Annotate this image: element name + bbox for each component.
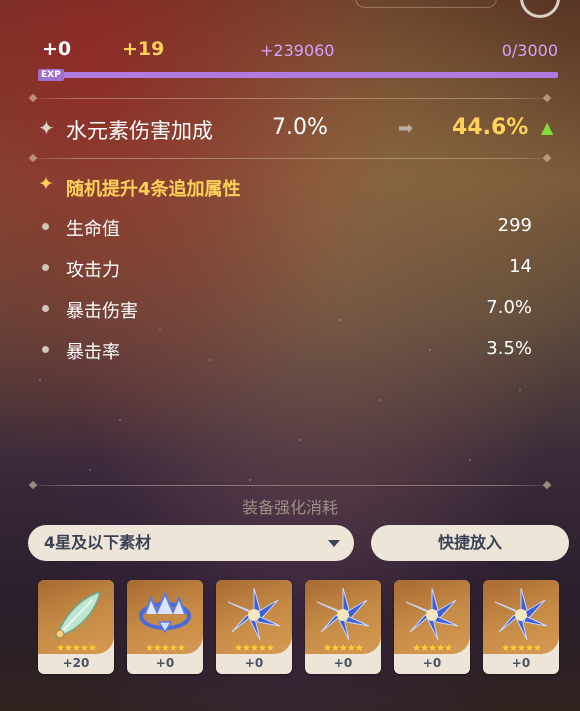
main-stat-name: 水元素伤害加成 bbox=[66, 119, 213, 143]
material-slot[interactable]: ★★★★★ +0 bbox=[127, 580, 203, 674]
sub-stat-label: 暴击率 bbox=[66, 342, 120, 363]
sub-stat-value: 3.5% bbox=[486, 338, 532, 359]
quick-fill-button[interactable]: 快捷放入 bbox=[371, 525, 569, 561]
bullet-icon bbox=[42, 305, 49, 312]
rarity-stars: ★★★★★ bbox=[323, 643, 364, 654]
blue-flower-artifact-icon bbox=[316, 587, 370, 641]
exp-bar-fill bbox=[42, 72, 558, 78]
main-stat-current: 7.0% bbox=[272, 115, 328, 140]
material-slot[interactable]: ★★★★★ +0 bbox=[305, 580, 381, 674]
crown-circlet-artifact-icon bbox=[139, 591, 191, 634]
consume-title: 装备强化消耗 bbox=[241, 498, 338, 517]
bullet-icon bbox=[42, 346, 49, 353]
rarity-stars: ★★★★★ bbox=[412, 643, 453, 654]
slot-level: +0 bbox=[244, 656, 264, 670]
sub-stat-label: 暴击伤害 bbox=[66, 301, 138, 322]
sub-stat-label: 生命值 bbox=[66, 219, 120, 240]
blue-flower-artifact-icon bbox=[494, 587, 548, 641]
chevron-down-icon bbox=[328, 540, 340, 547]
sub-stat-value: 7.0% bbox=[486, 297, 532, 318]
sub-stat-label: 攻击力 bbox=[66, 260, 120, 281]
material-filter-value: 4星及以下素材 bbox=[44, 533, 152, 552]
blue-flower-artifact-icon bbox=[405, 587, 459, 641]
divider-consume bbox=[22, 485, 558, 486]
exp-pending: +239060 bbox=[260, 41, 335, 60]
blue-flower-artifact-icon bbox=[227, 587, 281, 641]
rarity-stars: ★★★★★ bbox=[501, 643, 542, 654]
rarity-stars: ★★★★★ bbox=[234, 643, 275, 654]
slot-level: +0 bbox=[155, 656, 175, 670]
sub-stat-header: ✦ 随机提升4条追加属性 bbox=[0, 173, 580, 203]
main-stat-row: ✦ 水元素伤害加成 7.0% ➡ 44.6% ▲ bbox=[0, 112, 580, 146]
sub-stat-row: 攻击力 14 bbox=[0, 254, 580, 282]
bullet-icon bbox=[42, 223, 49, 230]
material-filter-select[interactable]: 4星及以下素材 bbox=[28, 525, 354, 561]
material-slot[interactable]: ★★★★★ +0 bbox=[394, 580, 470, 674]
rarity-stars: ★★★★★ bbox=[56, 643, 97, 654]
sub-stat-value: 299 bbox=[497, 215, 532, 236]
sub-stat-row: 暴击率 3.5% bbox=[0, 336, 580, 364]
rarity-stars: ★★★★★ bbox=[145, 643, 186, 654]
arrow-right-icon: ➡ bbox=[398, 118, 414, 139]
four-point-star-icon: ✦ bbox=[38, 116, 55, 140]
close-button[interactable] bbox=[520, 0, 560, 18]
divider-top bbox=[22, 98, 558, 99]
exp-progress: 0/3000 bbox=[501, 41, 558, 60]
top-pill-frame bbox=[355, 0, 497, 8]
main-stat-next: 44.6% bbox=[452, 115, 529, 140]
feather-artifact-icon bbox=[54, 590, 102, 640]
slot-level: +20 bbox=[62, 656, 90, 670]
divider-mid bbox=[22, 158, 558, 159]
exp-tag: EXP bbox=[38, 69, 64, 81]
sub-stat-row: 生命值 299 bbox=[0, 213, 580, 241]
material-slot[interactable]: ★★★★★ +0 bbox=[483, 580, 559, 674]
material-slot[interactable]: ★★★★★ +20 bbox=[38, 580, 114, 674]
sparkle-icon: ✦ bbox=[38, 173, 54, 195]
sub-stat-row: 暴击伤害 7.0% bbox=[0, 295, 580, 323]
sub-stat-value: 14 bbox=[509, 256, 532, 277]
exp-bar bbox=[42, 72, 558, 78]
exp-level-gain: +19 bbox=[122, 38, 165, 60]
bullet-icon bbox=[42, 264, 49, 271]
slot-level: +0 bbox=[511, 656, 531, 670]
slot-level: +0 bbox=[422, 656, 442, 670]
exp-row: +0 +19 +239060 0/3000 bbox=[0, 38, 580, 68]
slot-level: +0 bbox=[333, 656, 353, 670]
arrow-up-icon: ▲ bbox=[541, 118, 554, 137]
material-slot[interactable]: ★★★★★ +0 bbox=[216, 580, 292, 674]
sub-stat-header-text: 随机提升4条追加属性 bbox=[66, 179, 241, 200]
exp-base-level: +0 bbox=[42, 38, 72, 60]
